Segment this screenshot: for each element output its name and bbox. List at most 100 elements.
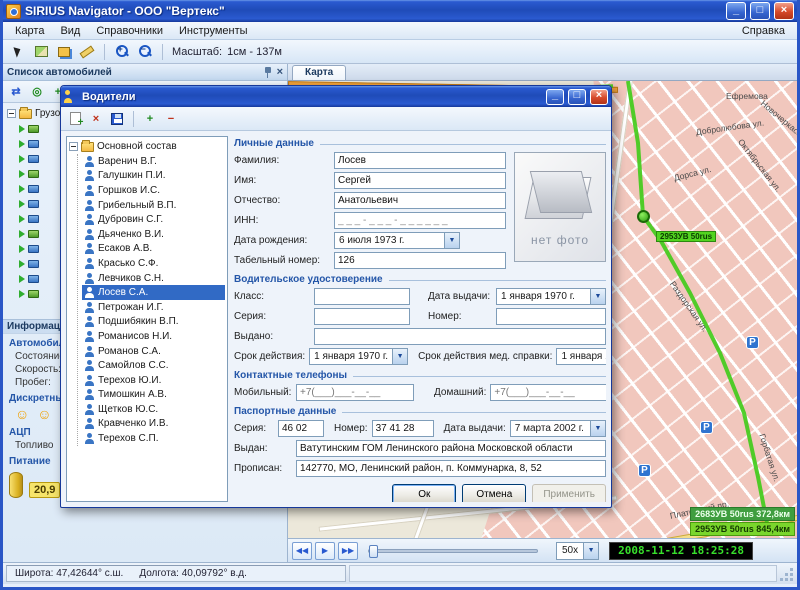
license-series-field[interactable] [314, 308, 410, 325]
name-field[interactable] [334, 172, 506, 189]
passport-issued-by-field[interactable] [296, 440, 606, 457]
drivers-tree[interactable]: Основной состав Варенич В.Г. Галушкин П.… [66, 136, 228, 502]
chevron-down-icon[interactable]: ▼ [444, 233, 459, 248]
license-number-field[interactable] [496, 308, 606, 325]
passport-series-field[interactable] [278, 420, 324, 437]
layers-button[interactable] [54, 42, 74, 62]
dialog-title-bar[interactable]: Водители _ □ × [61, 86, 611, 107]
person-icon [84, 433, 95, 444]
playback-speed-select[interactable]: 50x ▼ [556, 542, 599, 560]
zoom-out-button[interactable]: − [135, 42, 155, 62]
playback-button[interactable]: ◀◀ [292, 542, 312, 560]
autohide-pin-icon[interactable] [263, 66, 273, 78]
maximize-button[interactable]: □ [750, 2, 770, 20]
driver-item[interactable]: Красько С.Ф. [82, 256, 225, 271]
license-issued-by-field[interactable] [314, 328, 606, 345]
chevron-down-icon[interactable]: ▼ [590, 421, 605, 436]
license-med-select[interactable]: 1 января 1970 г. ▼ [556, 348, 606, 365]
add-group-button[interactable]: + [141, 110, 159, 128]
zoom-in-button[interactable]: + [112, 42, 132, 62]
home-phone-field[interactable] [490, 384, 606, 401]
menu-spravochniki[interactable]: Справочники [88, 24, 171, 38]
dialog-minimize-button[interactable]: _ [546, 89, 564, 105]
vehicle-marker-icon[interactable] [637, 210, 650, 223]
driver-item[interactable]: Грибельный В.П. [82, 198, 225, 213]
menu-vid[interactable]: Вид [52, 24, 88, 38]
driver-item[interactable]: Самойлов С.С. [82, 358, 225, 373]
driver-item[interactable]: Есаков А.В. [82, 242, 225, 257]
map-tool-button[interactable] [31, 42, 51, 62]
vehicle-plate-label[interactable]: 2953УВ 50rus [656, 231, 716, 242]
ruler-button[interactable] [77, 42, 97, 62]
license-valid-select[interactable]: 1 января 1970 г. ▼ [309, 348, 408, 365]
parking-icon[interactable]: P [700, 421, 713, 434]
driver-item[interactable]: Варенич В.Г. [82, 154, 225, 169]
chevron-down-icon[interactable]: ▼ [590, 289, 605, 304]
vehicle-status-row[interactable]: 2683УВ 50rus 372,8км [690, 507, 795, 521]
chevron-down-icon[interactable]: ▼ [392, 349, 407, 364]
menu-karta[interactable]: Карта [7, 24, 52, 38]
dialog-maximize-button[interactable]: □ [568, 89, 586, 105]
close-button[interactable]: × [774, 2, 794, 20]
passport-number-field[interactable] [372, 420, 434, 437]
tree-expander-icon[interactable] [7, 109, 16, 118]
drivers-root-label: Основной состав [97, 141, 177, 152]
parking-icon[interactable]: P [638, 464, 651, 477]
cancel-button[interactable]: Отмена [462, 484, 526, 502]
license-class-field[interactable] [314, 288, 410, 305]
apply-button[interactable]: Применить [532, 484, 606, 502]
tree-expander-icon[interactable] [69, 142, 78, 151]
locate-button[interactable]: ◎ [28, 83, 46, 101]
driver-item[interactable]: Горшков И.С. [82, 183, 225, 198]
slider-handle[interactable] [369, 545, 378, 558]
parking-icon[interactable]: P [746, 336, 759, 349]
driver-item[interactable]: Романисов Н.И. [82, 329, 225, 344]
delete-driver-button[interactable]: × [87, 110, 105, 128]
tab-karta[interactable]: Карта [292, 65, 346, 80]
panel-close-icon[interactable]: × [277, 67, 283, 78]
driver-item[interactable]: Дьяченко В.И. [82, 227, 225, 242]
playback-button[interactable]: ▶▶ [338, 542, 358, 560]
save-button[interactable] [108, 110, 126, 128]
tab-number-field[interactable] [334, 252, 506, 269]
driver-item[interactable]: Терехов Ю.И. [82, 373, 225, 388]
playback-button[interactable]: ▶ [315, 542, 335, 560]
driver-item[interactable]: Галушкин П.И. [82, 169, 225, 184]
menu-instrumenty[interactable]: Инструменты [171, 24, 256, 38]
patronymic-field[interactable] [334, 192, 506, 209]
passport-issue-select[interactable]: 7 марта 2002 г. ▼ [510, 420, 606, 437]
resize-grip[interactable] [780, 565, 794, 582]
remove-group-button[interactable]: − [162, 110, 180, 128]
menu-spravka[interactable]: Справка [734, 24, 793, 38]
dialog-close-button[interactable]: × [590, 89, 608, 105]
driver-item[interactable]: Левчиков С.Н. [82, 271, 225, 286]
ok-button[interactable]: Ок [392, 484, 456, 502]
driver-item[interactable]: Подшибякин В.П. [82, 315, 225, 330]
driver-item[interactable]: Романов С.А. [82, 344, 225, 359]
driver-item[interactable]: Терехов С.П. [82, 431, 225, 446]
mobile-field[interactable] [296, 384, 414, 401]
driver-item[interactable]: Дубровин С.Г. [82, 212, 225, 227]
address-field[interactable] [296, 460, 606, 477]
birthdate-select[interactable]: 6 июля 1973 г. ▼ [334, 232, 460, 249]
inn-field[interactable] [334, 212, 506, 229]
person-icon [84, 170, 95, 181]
driver-item[interactable]: Петрожан И.Г. [82, 300, 225, 315]
minimize-button[interactable]: _ [726, 2, 746, 20]
refresh-button[interactable]: ⇄ [7, 83, 25, 101]
driver-name: Романов С.А. [98, 346, 161, 357]
drivers-root-row[interactable]: Основной состав [69, 139, 225, 154]
vehicle-status-row[interactable]: 2953УВ 50rus 845,4км [690, 522, 795, 536]
driver-item[interactable]: Кравченко И.В. [82, 417, 225, 432]
driver-item[interactable]: Лосев С.А. [82, 285, 225, 300]
chevron-down-icon[interactable]: ▼ [583, 543, 598, 559]
driver-item[interactable]: Тимошкин А.В. [82, 388, 225, 403]
license-issue-select[interactable]: 1 января 1970 г. ▼ [496, 288, 606, 305]
select-tool-button[interactable] [8, 42, 28, 62]
playback-slider[interactable] [368, 549, 538, 553]
surname-field[interactable] [334, 152, 506, 169]
driver-item[interactable]: Щетков Ю.С. [82, 402, 225, 417]
driver-name: Петрожан И.Г. [98, 302, 164, 313]
new-driver-button[interactable] [66, 110, 84, 128]
photo-placeholder[interactable]: нет фото [514, 152, 606, 262]
